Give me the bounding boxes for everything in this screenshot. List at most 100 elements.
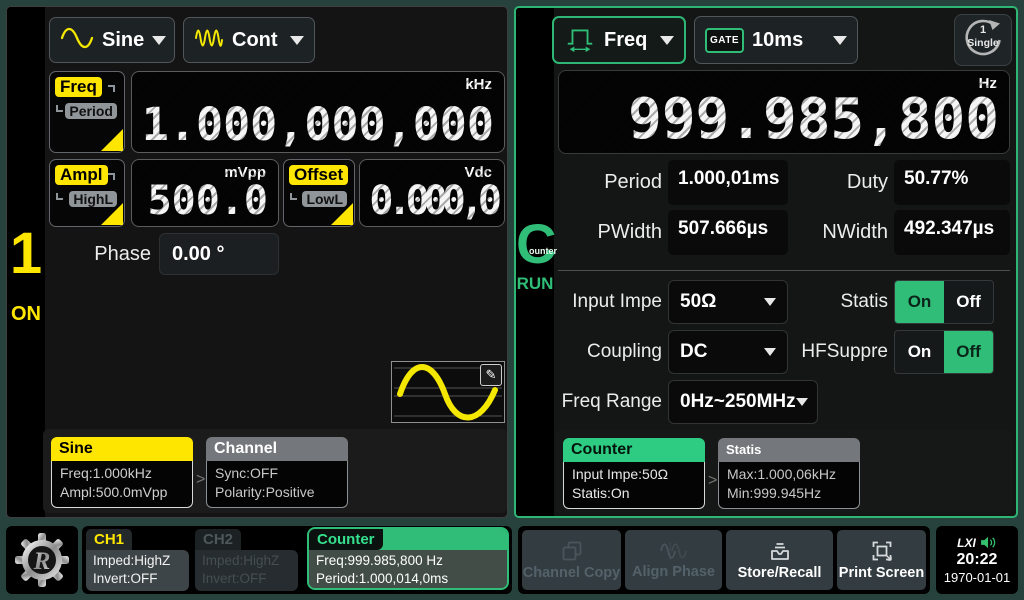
statis-label: Statis	[794, 280, 888, 324]
chevron-down-icon	[833, 36, 847, 45]
chevron-down-icon	[290, 36, 304, 45]
counter-panel: Counter RUN Freq GATE 10ms 1 Single Hz	[514, 6, 1018, 518]
print-screen-button[interactable]: Print Screen	[837, 530, 926, 590]
touch-corner-icon	[331, 203, 353, 225]
offset-display[interactable]: Vdc 0.000,0	[359, 159, 505, 227]
system-status-clock[interactable]: LXI 20:22 1970-01-01	[936, 526, 1018, 594]
chevron-down-icon	[764, 348, 776, 356]
coupling-dropdown[interactable]: DC	[668, 330, 788, 374]
wave-info-card[interactable]: Sine Freq:1.000kHz Ampl:500.0mVpp	[51, 437, 193, 508]
counter-mode-dropdown[interactable]: Freq	[552, 16, 686, 64]
period-value: 1.000,01ms	[668, 160, 788, 205]
statis-off-button[interactable]: Off	[944, 281, 993, 323]
counter-info-card[interactable]: Counter Input Impe:50Ω Statis:On	[563, 438, 705, 509]
channel-info-card[interactable]: Channel Sync:OFF Polarity:Positive	[206, 437, 348, 508]
period-alt-badge: Period	[65, 103, 117, 119]
single-run-button[interactable]: 1 Single	[954, 14, 1012, 66]
period-label: Period	[558, 160, 662, 205]
nwidth-label: NWidth	[802, 210, 888, 255]
lxi-logo: LXI	[957, 536, 976, 550]
offset-badge: Offset	[289, 165, 348, 185]
channel-status-group: CH1 Imped:HighZ Invert:OFF CH2 Imped:Hig…	[82, 526, 512, 594]
print-screen-label: Print Screen	[839, 565, 924, 581]
freq-range-label: Freq Range	[552, 380, 662, 424]
counter-info-line1: Input Impe:50Ω	[572, 465, 696, 484]
channel1-side-column: 1 ON	[7, 7, 45, 517]
counter-run-state: RUN	[516, 274, 554, 294]
ch1-tab: CH1	[86, 529, 132, 550]
function-button-group: Channel Copy Align Phase Store/Recall Pr…	[518, 526, 930, 594]
svg-text:1: 1	[980, 24, 986, 36]
wave-info-line2: Ampl:500.0mVpp	[60, 483, 184, 502]
gate-time-dropdown[interactable]: GATE 10ms	[694, 16, 858, 64]
counter-freq-value: 999.985,800	[628, 92, 999, 148]
pwidth-label: PWidth	[558, 210, 662, 255]
hfsuppre-toggle: On Off	[894, 330, 994, 374]
counter-status-card[interactable]: Counter Freq:999.985,800 Hz Period:1.000…	[307, 527, 509, 590]
freq-display[interactable]: kHz 1.000,000,000	[131, 71, 505, 153]
counter-period-line: Period:1.000,014,0ms	[316, 570, 500, 588]
duty-value: 50.77%	[894, 160, 1010, 205]
coupling-value: DC	[680, 341, 707, 363]
chevron-down-icon	[152, 36, 166, 45]
svg-text:R: R	[33, 548, 51, 575]
channel-info-line2: Polarity:Positive	[215, 483, 339, 502]
corner-mark-icon	[56, 105, 63, 112]
print-icon	[870, 539, 894, 563]
copy-icon	[560, 539, 584, 563]
phase-input[interactable]: 0.00 °	[159, 233, 279, 275]
input-impedance-value: 50Ω	[680, 291, 716, 313]
align-phase-label: Align Phase	[632, 564, 715, 580]
counter-info-footer: Counter Input Impe:50Ω Statis:On > Stati…	[556, 430, 1012, 514]
offset-param-button[interactable]: Offset LowL	[283, 159, 355, 227]
statis-info-line1: Max:1.000,06kHz	[727, 465, 851, 484]
statis-on-button[interactable]: On	[895, 281, 944, 323]
chevron-down-icon	[764, 298, 776, 306]
duty-label: Duty	[802, 160, 888, 205]
statis-info-line2: Min:999.945Hz	[727, 484, 851, 503]
hfsuppre-on-button[interactable]: On	[895, 331, 944, 373]
channel1-info-footer: Sine Freq:1.000kHz Ampl:500.0mVpp > Chan…	[43, 429, 507, 513]
counter-info-line2: Statis:On	[572, 484, 696, 503]
ampl-badge: Ampl	[55, 165, 108, 185]
store-recall-button[interactable]: Store/Recall	[726, 530, 833, 590]
ch1-invert-line: Invert:OFF	[93, 570, 182, 588]
waveform-preview[interactable]: ✎	[391, 361, 505, 423]
sine-icon	[60, 25, 94, 56]
align-phase-button[interactable]: Align Phase	[625, 530, 722, 590]
hfsuppre-off-button[interactable]: Off	[944, 331, 993, 373]
store-recall-label: Store/Recall	[738, 565, 822, 581]
counter-freq-display[interactable]: Hz 999.985,800	[558, 70, 1010, 154]
ampl-display[interactable]: mVpp 500.0	[131, 159, 279, 227]
edit-icon[interactable]: ✎	[480, 364, 502, 386]
hfsuppre-label: HFSuppre	[784, 330, 888, 374]
statis-toggle: On Off	[894, 280, 994, 324]
pwidth-value: 507.666µs	[668, 210, 788, 255]
input-impedance-label: Input Impe	[552, 280, 662, 324]
chevron-down-icon	[660, 36, 674, 45]
freq-badge: Freq	[55, 77, 102, 97]
align-phase-icon	[659, 540, 689, 562]
ch2-status-card[interactable]: CH2 Imped:HighZ Invert:OFF	[195, 529, 298, 591]
ampl-param-button[interactable]: Ampl HighL	[49, 159, 125, 227]
phase-label: Phase	[67, 233, 151, 275]
waveform-dropdown[interactable]: Sine	[49, 17, 175, 63]
mode-dropdown[interactable]: Cont	[183, 17, 315, 63]
channel-copy-label: Channel Copy	[523, 565, 620, 581]
corner-mark-icon	[108, 85, 115, 92]
freq-param-button[interactable]: Freq Period	[49, 71, 125, 153]
system-menu-button[interactable]: R	[6, 526, 78, 594]
wave-info-line1: Freq:1.000kHz	[60, 464, 184, 483]
cont-icon	[194, 25, 224, 56]
ch1-status-card[interactable]: CH1 Imped:HighZ Invert:OFF	[86, 529, 189, 591]
freq-range-value: 0Hz~250MHz	[680, 391, 796, 413]
freq-range-dropdown[interactable]: 0Hz~250MHz	[668, 380, 818, 424]
counter-side-label-small: ounter	[529, 247, 557, 256]
nwidth-value: 492.347µs	[894, 210, 1010, 255]
divider	[558, 270, 1010, 271]
channel-copy-button[interactable]: Channel Copy	[522, 530, 621, 590]
counter-tab: Counter	[309, 529, 383, 550]
statis-info-card[interactable]: Statis Max:1.000,06kHz Min:999.945Hz	[718, 438, 860, 509]
corner-mark-icon	[108, 173, 115, 180]
input-impedance-dropdown[interactable]: 50Ω	[668, 280, 788, 324]
